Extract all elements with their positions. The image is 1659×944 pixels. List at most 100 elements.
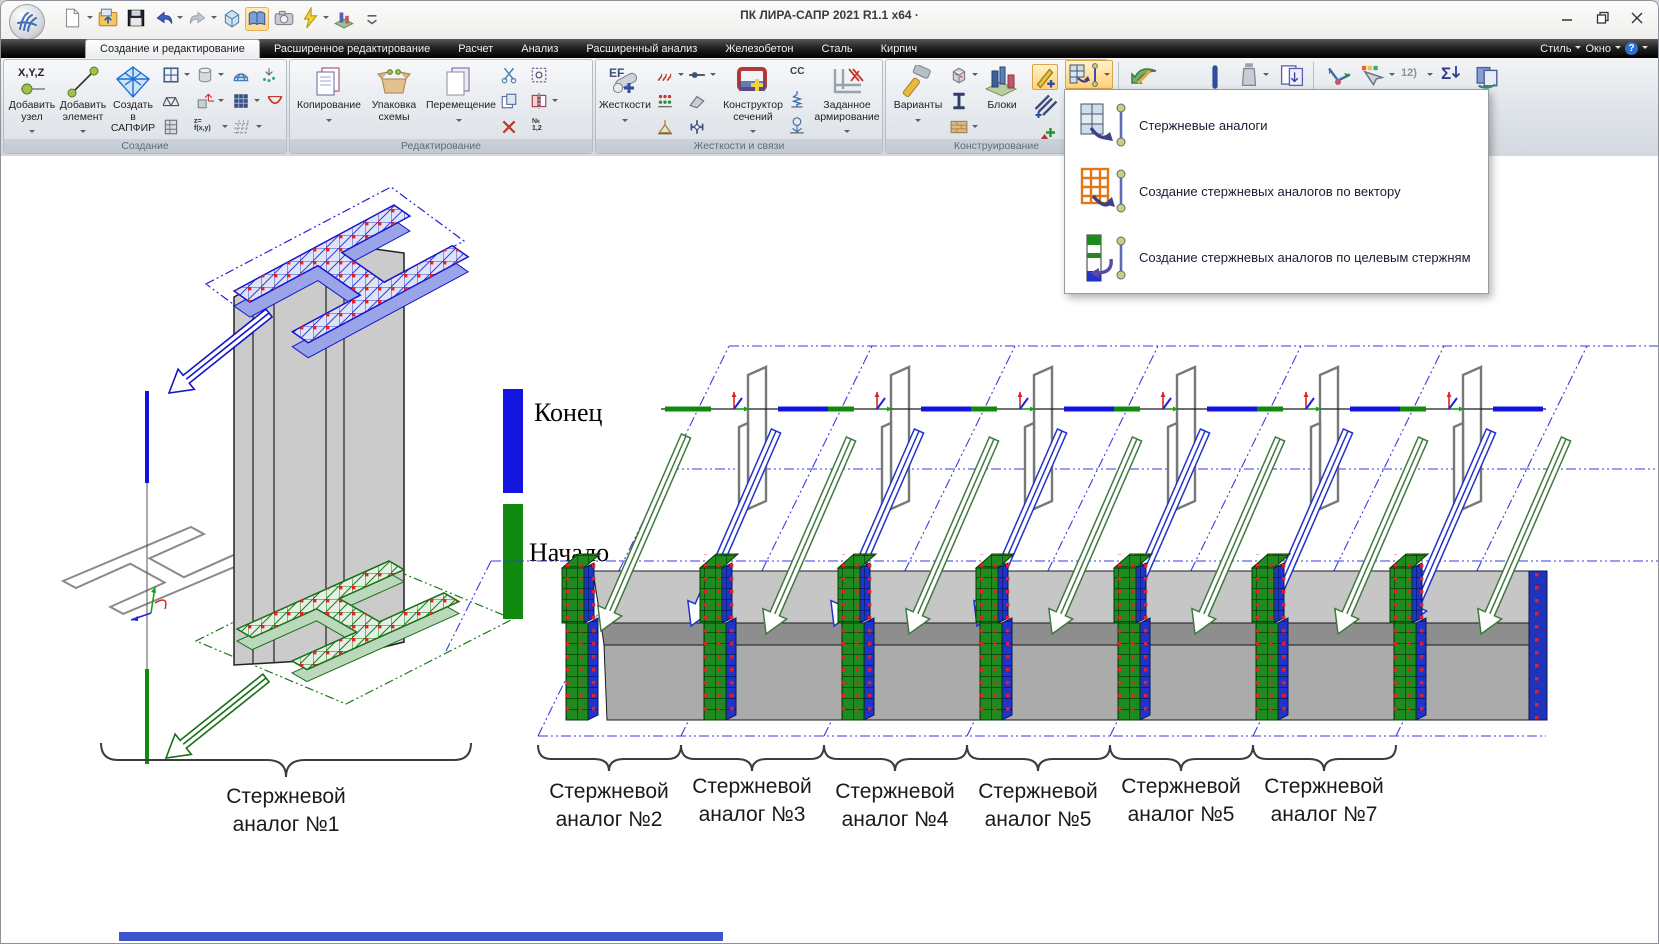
menu-item-create-by-vector[interactable]: Создание стержневых аналогов по вектору (1065, 158, 1488, 224)
add-element-button[interactable]: Добавить элемент (58, 62, 108, 138)
move-copy-icon[interactable] (196, 92, 214, 110)
select-frame-icon[interactable] (530, 66, 548, 84)
scissors-icon[interactable] (500, 66, 518, 84)
tabbar-right-menu: Стиль Окно ? (1540, 39, 1648, 58)
cc-link-icon[interactable]: CC (790, 68, 804, 75)
pack-scheme-button[interactable]: Упаковка схемы (364, 62, 424, 138)
window-caret[interactable] (1615, 46, 1621, 52)
points-import-icon[interactable] (260, 66, 278, 84)
tab-analysis[interactable]: Анализ (507, 39, 572, 58)
pin-joint-icon[interactable] (688, 66, 706, 84)
frame-caret[interactable] (184, 73, 190, 79)
tab-create-edit[interactable]: Создание и редактирование (85, 39, 260, 58)
concrete-cube-icon[interactable] (950, 66, 968, 84)
move-caret[interactable] (218, 99, 224, 105)
renumber-icon[interactable]: № 1,2 (532, 118, 542, 132)
truss-icon[interactable] (162, 92, 180, 110)
dashed-mesh-caret[interactable] (256, 125, 262, 131)
plate-joint-icon[interactable] (688, 92, 706, 110)
create-sapfir-button[interactable]: Создать в САПФИР (109, 62, 157, 138)
close-button[interactable] (1622, 7, 1652, 29)
given-reinforcement-button[interactable]: Заданное армирование (812, 62, 882, 138)
copy-fragment-icon[interactable] (500, 92, 518, 110)
add-node-label: Добавить узел (7, 100, 57, 123)
cable-arc-icon[interactable] (266, 92, 284, 110)
plate-caret[interactable] (254, 99, 260, 105)
ribbon-tab-bar: Создание и редактирование Расширенное ре… (1, 39, 1658, 58)
cursor-caret[interactable] (1389, 73, 1395, 79)
variants-button[interactable]: Варианты (891, 62, 945, 138)
tab-calculation[interactable]: Расчет (444, 39, 507, 58)
ibeam-icon[interactable] (950, 92, 968, 110)
green-nodes-icon[interactable] (656, 92, 674, 110)
blocks-button[interactable]: Блоки (978, 62, 1026, 138)
numbering-caret[interactable] (1427, 73, 1433, 79)
mirror-icon[interactable] (530, 92, 548, 110)
stiffness-button[interactable]: EF Жесткости (598, 62, 652, 138)
tab-reinforced-concrete[interactable]: Железобетон (711, 39, 807, 58)
add-node-button[interactable]: X,Y,Z Добавить узел (7, 62, 57, 138)
svg-text:Стержневой: Стержневой (978, 780, 1098, 803)
tab-advanced-analysis[interactable]: Расширенный анализ (572, 39, 711, 58)
window-title: ПК ЛИРА-САПР 2021 R1.1 x64 · (1, 8, 1658, 22)
numbering-icon[interactable]: 12) (1401, 70, 1417, 77)
sum-icon[interactable]: Σ (1441, 64, 1461, 84)
tab-brick[interactable]: Кирпич (867, 39, 932, 58)
minimize-button[interactable] (1552, 7, 1582, 29)
fxy-caret[interactable] (222, 125, 228, 131)
select-cursor-icon[interactable] (1359, 62, 1385, 90)
pin-caret[interactable] (710, 73, 716, 79)
bar-analogs-caret[interactable] (1104, 73, 1110, 79)
ground-anchor-icon[interactable] (788, 116, 806, 134)
title-bar: ПК ЛИРА-САПР 2021 R1.1 x64 · (1, 1, 1658, 39)
restore-button[interactable] (1588, 7, 1618, 29)
menu-item-bar-analogs[interactable]: Стержневые аналоги (1065, 92, 1488, 158)
weight-icon[interactable] (1239, 62, 1259, 88)
doc-transfer-icon[interactable] (1279, 62, 1305, 88)
cylinder-icon[interactable] (196, 66, 214, 84)
column-icon[interactable] (1209, 64, 1221, 90)
style-caret[interactable] (1575, 46, 1581, 52)
menu-item-create-by-target-bars[interactable]: Создание стержневых аналогов по целевым … (1065, 225, 1488, 291)
weight-caret[interactable] (1263, 73, 1269, 79)
help-caret[interactable] (1642, 46, 1648, 52)
tab-steel[interactable]: Сталь (808, 39, 867, 58)
svg-text:Стержневой: Стержневой (835, 780, 955, 803)
blocks-label: Блоки (978, 100, 1026, 112)
copy-button[interactable]: Копирование (296, 62, 362, 138)
wall-mesh-strip (1252, 554, 1290, 720)
hanger-icon[interactable] (656, 118, 674, 136)
plate-mesh-icon[interactable] (232, 92, 250, 110)
return-arrow-icon[interactable] (1129, 64, 1159, 90)
dashed-mesh-icon[interactable] (234, 118, 252, 136)
axes-icon[interactable] (1323, 62, 1353, 90)
red-arrows-icon[interactable] (656, 66, 674, 84)
bar-analogs-split-button[interactable] (1065, 60, 1113, 89)
style-menu[interactable]: Стиль (1540, 43, 1571, 55)
spring-support-icon[interactable] (788, 90, 806, 108)
help-icon[interactable]: ? (1625, 42, 1638, 55)
building-frame-icon[interactable] (162, 118, 180, 136)
cylinder-caret[interactable] (218, 73, 224, 79)
red-arrows-caret[interactable] (678, 73, 684, 79)
pencil-add-button[interactable] (1032, 64, 1058, 90)
bottom-blue-bar (119, 932, 723, 941)
add-lines-button[interactable] (1034, 94, 1058, 118)
frame-scheme-icon[interactable] (162, 66, 180, 84)
tab-advanced-edit[interactable]: Расширенное редактирование (260, 39, 444, 58)
ribbon-group-edit: Копирование Упаковка схемы Перемещение (289, 59, 593, 154)
mirror-caret[interactable] (552, 99, 558, 105)
dome-icon[interactable] (232, 66, 250, 84)
delete-icon[interactable] (500, 118, 518, 136)
brick-icon[interactable] (950, 118, 968, 136)
svg-text:Стержневой: Стержневой (1264, 775, 1384, 798)
wall-assembly-model (446, 346, 1659, 736)
svg-text:Стержневой: Стержневой (692, 775, 812, 798)
window-menu[interactable]: Окно (1585, 43, 1611, 55)
section-designer-button[interactable]: Конструктор сечений (720, 62, 786, 138)
move-button[interactable]: Перемещение (426, 62, 492, 138)
refresh-pages-icon[interactable] (1473, 62, 1501, 90)
add-node-icon: X,Y,Z (7, 64, 57, 100)
h-node-icon[interactable] (688, 118, 706, 136)
fxy-surface-icon[interactable]: z= f(x,y) (194, 118, 211, 132)
